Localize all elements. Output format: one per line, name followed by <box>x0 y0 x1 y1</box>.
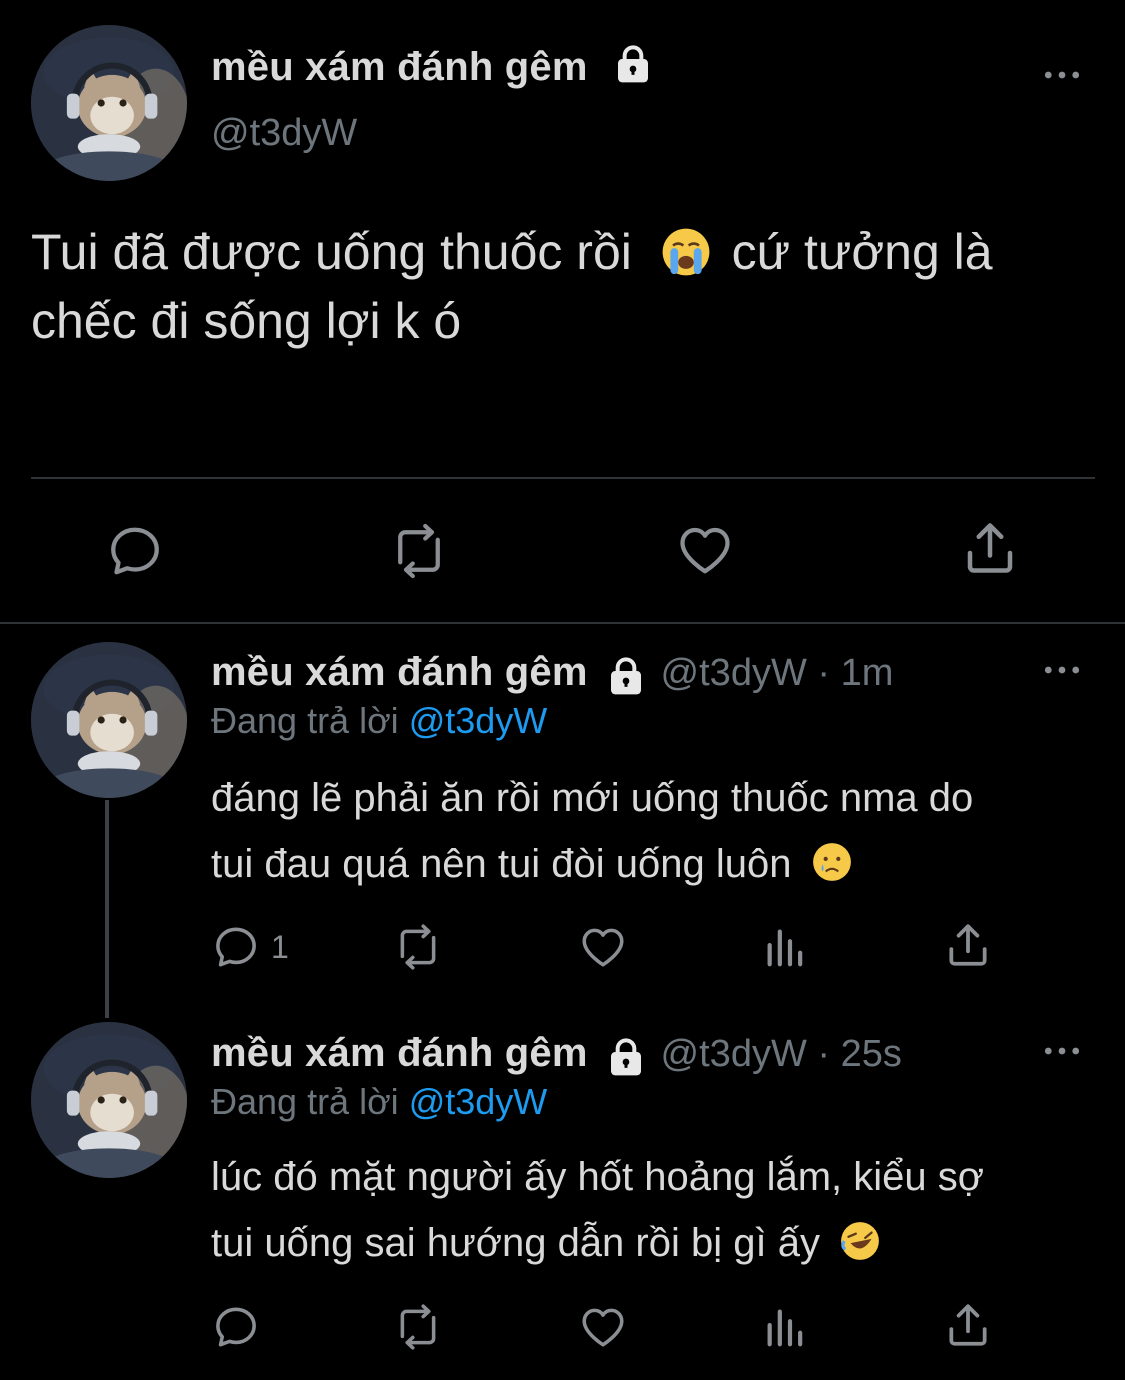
reply-text-line2: tui đau quá nên tui đòi uống luôn <box>211 842 792 886</box>
reply-text-line2: tui uống sai hướng dẫn rồi bị gì ấy <box>211 1221 820 1265</box>
crying-face-icon <box>811 841 853 883</box>
reply-button[interactable] <box>211 1302 261 1352</box>
handle[interactable]: @t3dyW <box>211 112 357 155</box>
lock-icon <box>613 44 653 84</box>
analytics-button[interactable] <box>762 924 808 970</box>
loudly-crying-face-icon <box>660 226 712 278</box>
tweet-text-line1-cont: cứ tưởng là <box>717 224 993 280</box>
avatar[interactable] <box>31 642 187 798</box>
replying-to: Đang trả lời @t3dyW <box>211 700 547 742</box>
analytics-icon <box>762 1304 808 1350</box>
mention-link[interactable]: @t3dyW <box>409 700 548 741</box>
heart-icon <box>578 922 628 972</box>
reply-count: 1 <box>271 928 289 965</box>
replying-to-prefix: Đang trả lời <box>211 1081 399 1122</box>
tweet-text-line1: Tui đã được uống thuốc rồi <box>31 224 632 280</box>
heart-icon <box>675 520 735 580</box>
cat-avatar-image <box>31 1022 187 1178</box>
reply-text: lúc đó mặt người ấy hốt hoảng lắm, kiểu … <box>211 1144 1101 1276</box>
tweet-text-line2: chếc đi sống lợi k ó <box>31 293 462 349</box>
more-options-icon[interactable] <box>1043 663 1081 681</box>
reply-icon <box>211 922 261 972</box>
thread-line <box>105 800 109 1018</box>
reply-header[interactable]: mều xám đánh gêm @t3dyW · 1m <box>211 650 893 696</box>
reply-button[interactable]: 1 <box>211 922 289 972</box>
lock-icon <box>606 1037 646 1077</box>
cat-avatar-image <box>31 25 187 181</box>
reply-text: đáng lẽ phải ăn rồi mới uống thuốc nma d… <box>211 765 1101 897</box>
retweet-button[interactable] <box>390 922 446 972</box>
share-icon <box>943 920 993 970</box>
tweet-text: Tui đã được uống thuốc rồi cứ tưởng là c… <box>31 218 1111 356</box>
heart-icon <box>578 1302 628 1352</box>
like-button[interactable] <box>578 922 628 972</box>
display-name[interactable]: mều xám đánh gêm <box>211 45 653 90</box>
like-button[interactable] <box>675 520 735 580</box>
more-options-icon[interactable] <box>1043 68 1081 86</box>
reply-icon <box>211 1302 261 1352</box>
handle-time: @t3dyW · 1m <box>660 652 894 694</box>
reply-text-line1: đáng lẽ phải ăn rồi mới uống thuốc nma d… <box>211 776 974 820</box>
avatar[interactable] <box>31 25 187 181</box>
retweet-icon <box>390 922 446 972</box>
avatar[interactable] <box>31 1022 187 1178</box>
analytics-icon <box>762 924 808 970</box>
like-button[interactable] <box>578 1302 628 1352</box>
reply-button[interactable] <box>105 521 165 581</box>
retweet-button[interactable] <box>390 1302 446 1352</box>
mention-link[interactable]: @t3dyW <box>409 1081 548 1122</box>
share-icon <box>960 518 1020 578</box>
retweet-icon <box>390 1302 446 1352</box>
reply-text-line1: lúc đó mặt người ấy hốt hoảng lắm, kiểu … <box>211 1155 984 1199</box>
display-name-text: mều xám đánh gêm <box>211 650 588 694</box>
reply-header[interactable]: mều xám đánh gêm @t3dyW · 25s <box>211 1031 902 1077</box>
replying-to: Đang trả lời @t3dyW <box>211 1081 547 1123</box>
rolling-on-floor-laughing-icon <box>839 1220 881 1262</box>
share-button[interactable] <box>943 1300 993 1350</box>
analytics-button[interactable] <box>762 1304 808 1350</box>
share-button[interactable] <box>943 920 993 970</box>
retweet-button[interactable] <box>386 521 452 581</box>
replying-to-prefix: Đang trả lời <box>211 700 399 741</box>
display-name-text: mều xám đánh gêm <box>211 45 588 89</box>
share-button[interactable] <box>960 518 1020 578</box>
handle-time: @t3dyW · 25s <box>660 1033 902 1075</box>
lock-icon <box>606 656 646 696</box>
retweet-icon <box>386 521 452 581</box>
more-options-icon[interactable] <box>1043 1044 1081 1062</box>
cat-avatar-image <box>31 642 187 798</box>
display-name-text: mều xám đánh gêm <box>211 1031 588 1075</box>
section-divider <box>0 622 1125 624</box>
share-icon <box>943 1300 993 1350</box>
reply-icon <box>105 521 165 581</box>
divider <box>31 477 1095 479</box>
